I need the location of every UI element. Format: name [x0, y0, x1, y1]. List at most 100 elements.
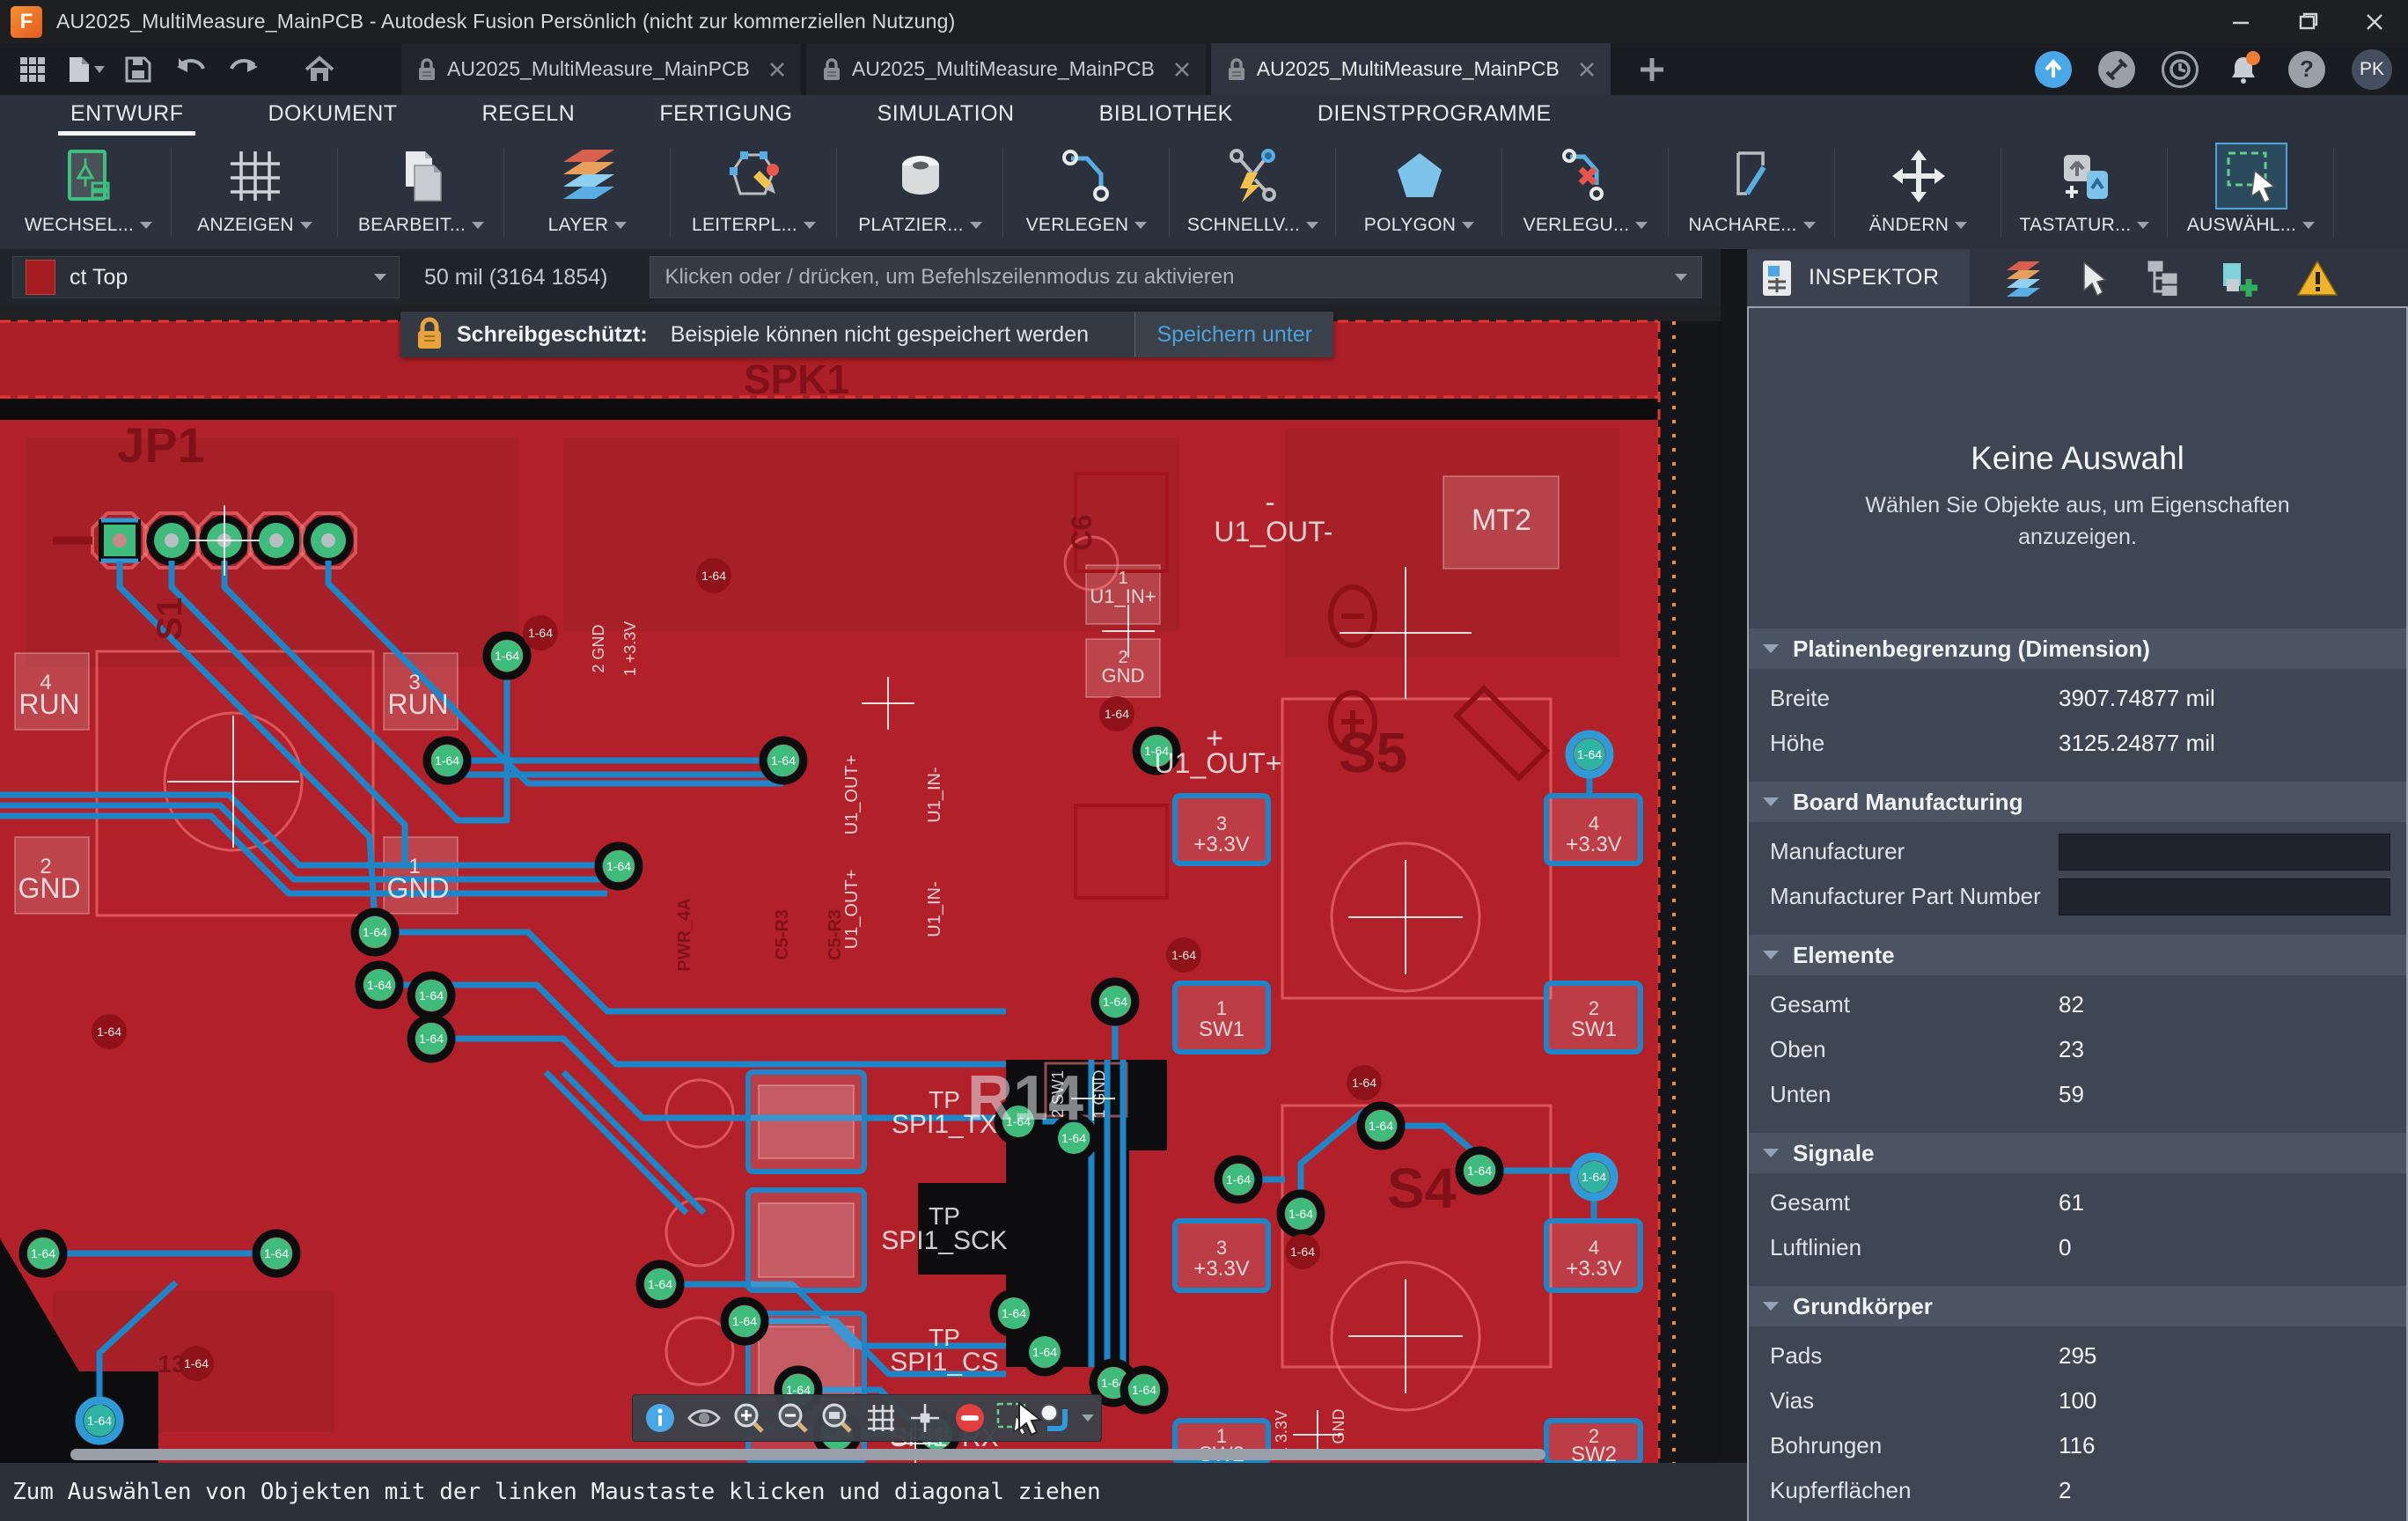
selection-cursor-icon[interactable]: [2081, 261, 2107, 296]
chevron-down-icon[interactable]: [1462, 222, 1474, 229]
zoom-in-icon[interactable]: [728, 1398, 768, 1438]
zoom-out-icon[interactable]: [773, 1398, 813, 1438]
upload-sync-icon[interactable]: [2035, 51, 2072, 88]
chevron-down-icon[interactable]: [1635, 222, 1648, 229]
minimize-button[interactable]: [2207, 0, 2274, 43]
section-header[interactable]: Board Manufacturing: [1749, 782, 2406, 822]
close-button[interactable]: [2341, 0, 2408, 43]
tool-verlegen[interactable]: VERLEGEN: [1003, 136, 1170, 249]
document-tab-1[interactable]: AU2025_MultiMeasure_MainPCB: [401, 43, 801, 95]
job-status-clock-icon[interactable]: [2162, 51, 2199, 88]
chevron-down-icon[interactable]: [804, 222, 816, 229]
chevron-down-icon[interactable]: [2302, 222, 2315, 229]
design-tree-icon[interactable]: [2146, 261, 2181, 296]
warning-icon[interactable]: [2297, 260, 2338, 297]
chevron-down-icon[interactable]: [472, 222, 484, 229]
chevron-down-icon[interactable]: [1134, 222, 1147, 229]
menu-entwurf[interactable]: ENTWURF: [70, 101, 183, 136]
grid-toggle-icon[interactable]: [861, 1398, 901, 1438]
tool-layer[interactable]: LAYER: [504, 136, 671, 249]
home-icon[interactable]: [299, 49, 340, 90]
cursor-snap-icon[interactable]: [905, 1398, 945, 1438]
notifications-bell-icon[interactable]: [2225, 51, 2262, 88]
tool-anzeigen[interactable]: ANZEIGEN: [172, 136, 338, 249]
move-icon[interactable]: [1884, 144, 1953, 208]
property-input[interactable]: [2059, 878, 2390, 915]
new-tab-button[interactable]: [1632, 49, 1672, 90]
undo-button[interactable]: [171, 49, 211, 90]
chevron-down-icon[interactable]: [300, 222, 312, 229]
menu-simulation[interactable]: SIMULATION: [877, 101, 1015, 136]
menu-dienstprogramme[interactable]: DIENSTPROGRAMME: [1318, 101, 1552, 136]
section-header[interactable]: Platinenbegrenzung (Dimension): [1749, 628, 2406, 669]
chevron-down-icon[interactable]: [614, 222, 627, 229]
chevron-down-icon[interactable]: [140, 222, 152, 229]
tool-auswähl[interactable]: AUSWÄHL...: [2168, 136, 2334, 249]
quickroute-icon[interactable]: [1219, 144, 1288, 208]
tool-leiterpl[interactable]: LEITERPL...: [671, 136, 837, 249]
command-line-input[interactable]: Klicken oder / drücken, um Befehlszeilen…: [650, 256, 1702, 298]
route-icon[interactable]: [1053, 144, 1121, 208]
help-icon[interactable]: ?: [2288, 51, 2325, 88]
tab-close-icon[interactable]: [1579, 62, 1595, 77]
tool-schnellv[interactable]: SCHNELLV...: [1170, 136, 1336, 249]
menu-bibliothek[interactable]: BIBLIOTHEK: [1099, 101, 1233, 136]
chevron-down-icon[interactable]: [2137, 222, 2149, 229]
new-file-button[interactable]: [65, 49, 106, 90]
redo-button[interactable]: [224, 49, 264, 90]
board-icon[interactable]: [720, 144, 789, 208]
menu-regeln[interactable]: REGELN: [482, 101, 576, 136]
document-tab-3[interactable]: AU2025_MultiMeasure_MainPCB: [1211, 43, 1611, 95]
section-header[interactable]: Grundkörper: [1749, 1286, 2406, 1326]
tool-wechsel[interactable]: WECHSEL...: [5, 136, 172, 249]
add-component-icon[interactable]: [2220, 260, 2258, 297]
via-icon[interactable]: [886, 144, 955, 208]
property-input[interactable]: [2059, 834, 2390, 871]
maximize-button[interactable]: [2274, 0, 2341, 43]
layer-select[interactable]: ct Top: [12, 256, 400, 298]
extensions-plug-icon[interactable]: [2098, 51, 2135, 88]
tab-inspector[interactable]: INSPEKTOR: [1747, 249, 1970, 306]
keyboard-icon[interactable]: [2051, 144, 2119, 208]
tool-ändern[interactable]: ÄNDERN: [1835, 136, 2001, 249]
app-grid-icon[interactable]: [12, 49, 53, 90]
chevron-down-icon[interactable]: [1955, 222, 1967, 229]
menu-fertigung[interactable]: FERTIGUNG: [659, 101, 792, 136]
grid-icon[interactable]: [221, 144, 290, 208]
info-icon[interactable]: [640, 1398, 680, 1438]
document-tab-2[interactable]: AU2025_MultiMeasure_MainPCB: [806, 43, 1206, 95]
layers-icon[interactable]: [554, 144, 622, 208]
tool-bearbeit[interactable]: BEARBEIT...: [338, 136, 504, 249]
drc-stop-icon[interactable]: [949, 1398, 989, 1438]
user-avatar[interactable]: PK: [2352, 49, 2392, 90]
tool-polygon[interactable]: POLYGON: [1336, 136, 1502, 249]
chevron-down-icon[interactable]: [1803, 222, 1816, 229]
pcb-canvas[interactable]: 1-641-641-641-641-641-641-641-641-641-64…: [0, 305, 1721, 1463]
zoom-window-icon[interactable]: [817, 1398, 857, 1438]
visibility-eye-icon[interactable]: [684, 1398, 724, 1438]
chevron-down-icon: [374, 274, 386, 281]
tool-tastatur[interactable]: TASTATUR...: [2001, 136, 2168, 249]
select-icon[interactable]: [2217, 144, 2286, 208]
save-as-button[interactable]: Speichern unter: [1134, 312, 1333, 357]
horizontal-scrollbar[interactable]: [70, 1449, 1545, 1460]
chevron-down-icon[interactable]: [1306, 222, 1318, 229]
chevron-down-icon[interactable]: [1082, 1414, 1094, 1422]
tool-verlegu[interactable]: VERLEGU...: [1502, 136, 1669, 249]
section-header[interactable]: Elemente: [1749, 935, 2406, 975]
tab-close-icon[interactable]: [769, 62, 785, 77]
chevron-down-icon[interactable]: [970, 222, 982, 229]
menu-dokument[interactable]: DOKUMENT: [268, 101, 397, 136]
layers-panel-icon[interactable]: [2005, 260, 2042, 297]
save-button[interactable]: [118, 49, 158, 90]
pcb-label: 1 GND: [1090, 1069, 1108, 1118]
copy-icon[interactable]: [387, 144, 456, 208]
tool-platzier[interactable]: PLATZIER...: [837, 136, 1003, 249]
rework-icon[interactable]: [1718, 144, 1787, 208]
ripup-icon[interactable]: [1552, 144, 1620, 208]
section-header[interactable]: Signale: [1749, 1133, 2406, 1173]
schematic-icon[interactable]: [55, 144, 123, 208]
tool-nachare[interactable]: NACHARE...: [1669, 136, 1835, 249]
tab-close-icon[interactable]: [1174, 62, 1190, 77]
polygon-icon[interactable]: [1385, 144, 1454, 208]
